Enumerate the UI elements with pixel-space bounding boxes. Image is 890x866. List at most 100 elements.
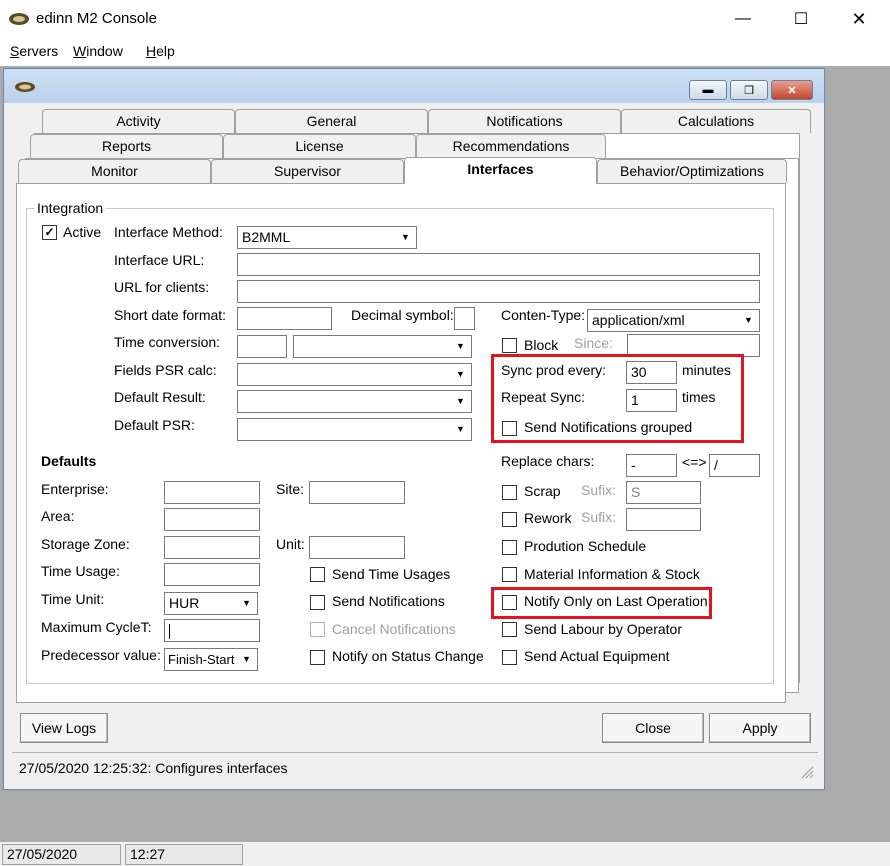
chevron-down-icon: ▼ [396,228,415,247]
apply-button[interactable]: Apply [709,713,811,743]
tab-recommendations[interactable]: Recommendations [416,134,606,158]
chevron-down-icon: ▼ [451,337,470,356]
storage-zone-input[interactable] [164,536,260,559]
predecessor-label: Predecessor value: [41,647,161,663]
app-logo-icon [9,13,29,25]
material-checkbox[interactable] [502,567,517,582]
material-label: Material Information & Stock [524,566,700,582]
send-time-usages-checkbox[interactable] [310,567,325,582]
tab-monitor[interactable]: Monitor [18,159,211,183]
rework-sufix-input[interactable] [626,508,701,531]
interface-url-input[interactable] [237,253,760,276]
close-icon: ✕ [851,8,867,29]
scrap-checkbox[interactable] [502,485,517,500]
tab-supervisor[interactable]: Supervisor [211,159,404,183]
short-date-label: Short date format: [114,307,227,323]
menu-help[interactable]: Help [146,43,175,59]
replace-arrow-label: <=> [682,454,707,470]
chevron-down-icon: ▼ [739,311,758,330]
notify-status-checkbox[interactable] [310,650,325,665]
cancel-notifications-checkbox[interactable] [310,622,325,637]
status-date: 27/05/2020 [2,844,121,865]
send-equipment-checkbox[interactable] [502,650,517,665]
default-result-label: Default Result: [114,389,206,405]
short-date-input[interactable] [237,307,332,330]
inner-minimize-button[interactable]: ▬ [689,80,727,100]
prod-schedule-checkbox[interactable] [502,540,517,555]
send-notifications-checkbox[interactable] [310,595,325,610]
unit-input[interactable] [309,536,405,559]
maximize-button[interactable]: ☐ [772,0,830,38]
inner-status-bar: 27/05/2020 12:25:32: Configures interfac… [12,752,818,783]
active-label: Active [63,224,102,240]
site-input[interactable] [309,481,405,504]
max-cycle-label: Maximum CycleT: [41,619,152,635]
scrap-label: Scrap [524,483,561,499]
area-input[interactable] [164,508,260,531]
interface-method-label: Interface Method: [114,224,223,240]
tab-license[interactable]: License [223,134,416,158]
resize-grip-icon[interactable] [800,765,814,779]
content-type-select[interactable]: application/xml ▼ [587,309,760,332]
scrap-sufix-label: Sufix: [581,482,617,498]
interface-method-select[interactable]: B2MML ▼ [237,226,417,249]
tab-interfaces[interactable]: Interfaces [404,157,597,184]
rework-label: Rework [524,510,572,526]
view-logs-button[interactable]: View Logs [20,713,108,743]
tab-behavior-optimizations[interactable]: Behavior/Optimizations [597,159,787,183]
inner-close-button[interactable]: ✕ [771,80,813,100]
send-labour-checkbox[interactable] [502,622,517,637]
maximize-icon: ☐ [793,11,809,28]
time-usage-label: Time Usage: [41,563,120,579]
minimize-button[interactable]: — [714,0,772,38]
close-window-button[interactable]: ✕ [830,0,888,38]
block-checkbox[interactable] [502,338,517,353]
tab-activity[interactable]: Activity [42,109,235,133]
time-unit-label: Time Unit: [41,591,105,607]
active-checkbox[interactable]: ✓ [42,225,57,240]
tab-calculations[interactable]: Calculations [621,109,811,133]
url-clients-input[interactable] [237,280,760,303]
rework-checkbox[interactable] [502,512,517,527]
integration-group-label: Integration [34,200,107,216]
replace-from-input[interactable]: - [626,454,677,477]
default-psr-label: Default PSR: [114,417,195,433]
content-type-label: Conten-Type: [501,307,586,323]
window-title: edinn M2 Console [36,10,157,27]
chevron-down-icon: ▼ [237,650,256,669]
replace-chars-label: Replace chars: [501,453,595,469]
close-button[interactable]: Close [602,713,704,743]
minimize-icon: ▬ [702,84,714,96]
app-logo-icon [15,82,35,92]
predecessor-select[interactable]: Finish-Start ▼ [164,648,258,671]
send-notifications-label: Send Notifications [332,593,445,609]
decimal-symbol-input[interactable] [454,307,475,330]
default-result-select[interactable]: ▼ [237,390,472,413]
rework-sufix-label: Sufix: [581,509,617,525]
time-unit-select[interactable]: HUR ▼ [164,592,258,615]
scrap-sufix-input[interactable]: S [626,481,701,504]
menu-servers[interactable]: Servers [10,43,58,59]
url-clients-label: URL for clients: [114,279,210,295]
status-message: 27/05/2020 12:25:32: Configures interfac… [19,760,288,776]
time-usage-input[interactable] [164,563,260,586]
send-labour-label: Send Labour by Operator [524,621,682,637]
time-conversion-input[interactable] [237,335,287,358]
inner-restore-button[interactable]: ❐ [730,80,768,100]
replace-to-input[interactable]: / [709,454,760,477]
fields-psr-select[interactable]: ▼ [237,363,472,386]
tab-reports[interactable]: Reports [30,134,223,158]
site-label: Site: [276,481,305,497]
default-psr-select[interactable]: ▼ [237,418,472,441]
menu-window[interactable]: Window [73,43,123,59]
cancel-notifications-label: Cancel Notifications [332,621,456,637]
enterprise-label: Enterprise: [41,481,109,497]
max-cycle-input[interactable] [164,619,260,642]
enterprise-input[interactable] [164,481,260,504]
tab-notifications[interactable]: Notifications [428,109,621,133]
time-conversion-select[interactable]: ▼ [293,335,472,358]
storage-zone-label: Storage Zone: [41,536,130,552]
restore-icon: ❐ [744,84,754,97]
tab-general[interactable]: General [235,109,428,133]
close-icon: ✕ [787,84,797,97]
